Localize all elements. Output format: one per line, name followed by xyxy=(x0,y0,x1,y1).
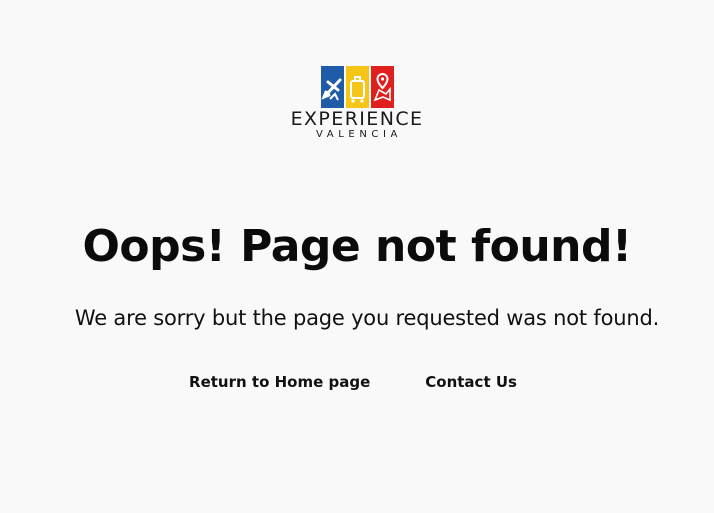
site-logo[interactable]: EXPERIENCE VALENCIA xyxy=(0,66,714,140)
error-page: EXPERIENCE VALENCIA Oops! Page not found… xyxy=(0,0,714,513)
suitcase-icon xyxy=(345,66,369,108)
error-links: Return to Home page Contact Us xyxy=(0,372,714,392)
error-message: We are sorry but the page you requested … xyxy=(74,306,660,330)
page-title: Oops! Page not found! xyxy=(82,221,632,272)
map-pin-icon xyxy=(370,66,394,108)
logo-subtitle: VALENCIA xyxy=(316,129,402,140)
airplane-icon xyxy=(320,66,344,108)
logo-tiles xyxy=(320,66,394,108)
contact-us-link[interactable]: Contact Us xyxy=(425,372,517,392)
return-home-link[interactable]: Return to Home page xyxy=(189,372,370,392)
logo-wordmark: EXPERIENCE xyxy=(290,108,424,130)
